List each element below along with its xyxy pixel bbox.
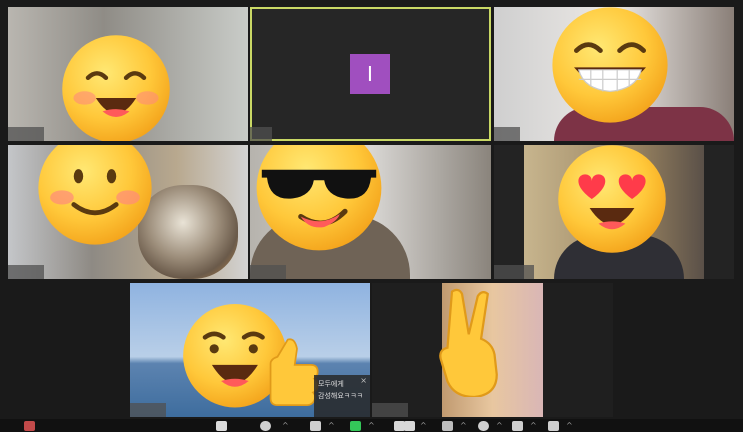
chat-message: 감성해요ㅋㅋㅋ: [318, 392, 364, 400]
chevron-up-icon[interactable]: ^: [328, 421, 335, 431]
video-icon[interactable]: [216, 421, 227, 431]
video-tile-p5[interactable]: [250, 145, 491, 279]
avatar: I: [350, 54, 390, 94]
name-tag: [494, 265, 534, 279]
name-tag: [372, 403, 408, 417]
chat-preview[interactable]: × 모두에게 감성해요ㅋㅋㅋ: [314, 375, 370, 417]
record-icon[interactable]: [404, 421, 415, 431]
video-tile-p2[interactable]: I: [250, 7, 491, 141]
video-tile-p6[interactable]: [494, 145, 734, 279]
beaming-face-emoji: [552, 7, 668, 123]
apps-icon[interactable]: [512, 421, 523, 431]
chevron-up-icon[interactable]: ^: [530, 421, 537, 431]
chevron-up-icon[interactable]: ^: [566, 421, 573, 431]
video-tile-p1[interactable]: [8, 7, 248, 141]
close-icon[interactable]: ×: [360, 375, 367, 387]
reactions-icon[interactable]: [478, 421, 489, 431]
sunglasses-face-emoji: [256, 145, 382, 251]
name-tag: [8, 127, 44, 141]
chevron-up-icon[interactable]: ^: [420, 421, 427, 431]
participants-icon[interactable]: [310, 421, 321, 431]
chevron-up-icon[interactable]: ^: [282, 421, 289, 431]
chevron-up-icon[interactable]: ^: [496, 421, 503, 431]
name-tag: [494, 127, 520, 141]
video-tile-p8[interactable]: [372, 283, 613, 417]
captions-icon[interactable]: [442, 421, 453, 431]
heart-eyes-face-emoji: [558, 145, 666, 253]
victory-hand-emoji: [439, 288, 498, 397]
chat-recipient: 모두에게: [318, 380, 344, 388]
grinning-face-emoji: [62, 35, 170, 141]
name-tag: [8, 265, 44, 279]
name-tag: [250, 127, 272, 141]
smiling-face-emoji: [38, 145, 152, 245]
chevron-up-icon[interactable]: ^: [460, 421, 467, 431]
video-tile-p3[interactable]: [494, 7, 734, 141]
video-tile-p7[interactable]: × 모두에게 감성해요ㅋㅋㅋ: [130, 283, 370, 417]
mic-icon[interactable]: [24, 421, 35, 431]
thumbs-up-face-emoji: [183, 303, 319, 408]
name-tag: [250, 265, 286, 279]
name-tag: [130, 403, 166, 417]
chevron-up-icon[interactable]: ^: [368, 421, 375, 431]
security-icon[interactable]: [260, 421, 271, 431]
meeting-toolbar: ^ ^ ^ ^ ^ ^ ^ ^: [0, 419, 743, 432]
whiteboard-icon[interactable]: [548, 421, 559, 431]
video-tile-p4[interactable]: [8, 145, 248, 279]
chat-icon[interactable]: [350, 421, 361, 431]
